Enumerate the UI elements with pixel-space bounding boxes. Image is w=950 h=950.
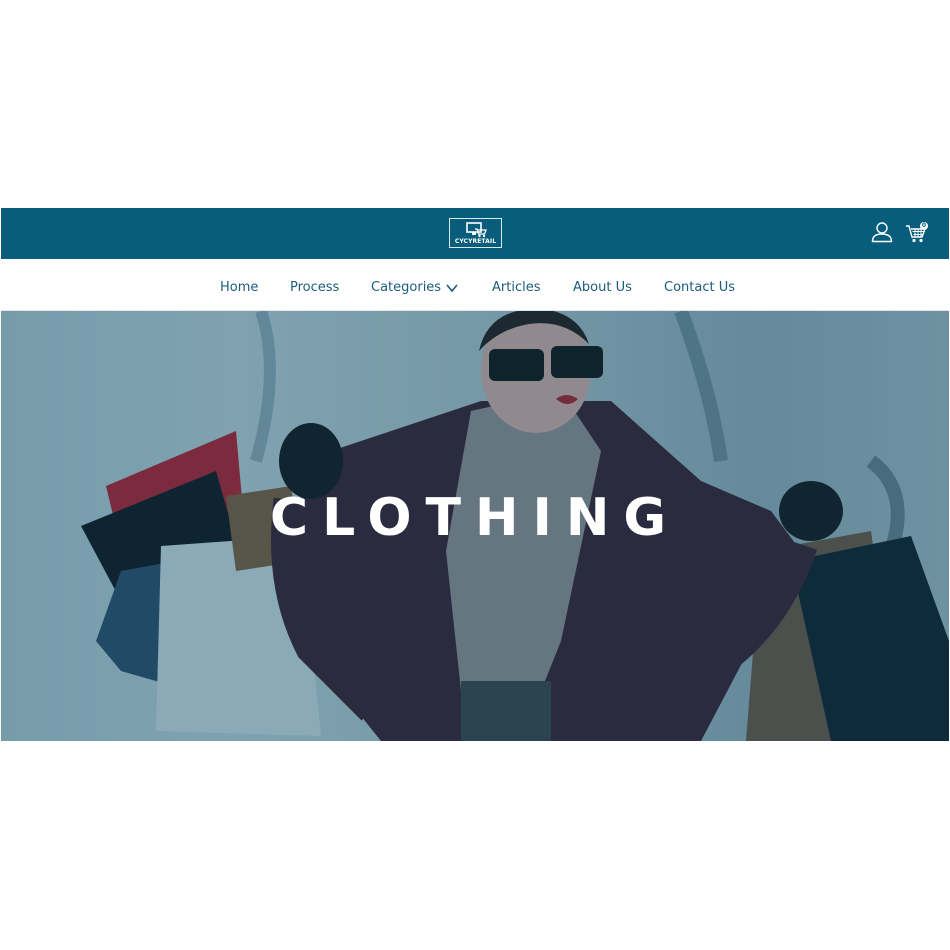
main-navigation: Home Process Categories Articles About U… <box>1 259 949 311</box>
nav-item-contact-us[interactable]: Contact Us <box>664 280 735 295</box>
nav-item-categories[interactable]: Categories <box>371 280 463 295</box>
chevron-down-icon <box>446 284 458 293</box>
nav-item-about-us[interactable]: About Us <box>573 280 632 295</box>
nav-item-home[interactable]: Home <box>220 280 258 295</box>
hero-title: CLOTHING <box>269 488 681 548</box>
top-header-bar: CYCYRETAIL 0 <box>1 208 949 259</box>
nav-item-process[interactable]: Process <box>290 280 339 295</box>
shopping-cart-icon[interactable]: 0 <box>905 222 929 244</box>
nav-item-articles[interactable]: Articles <box>492 280 540 295</box>
shopping-cart-computer-icon <box>466 222 487 238</box>
site-logo[interactable]: CYCYRETAIL <box>449 218 502 248</box>
user-icon[interactable] <box>871 221 893 243</box>
hero-banner: CLOTHING <box>1 311 949 741</box>
cart-count-badge: 0 <box>920 222 928 230</box>
nav-item-categories-label: Categories <box>371 280 442 295</box>
logo-text: CYCYRETAIL <box>454 238 497 245</box>
